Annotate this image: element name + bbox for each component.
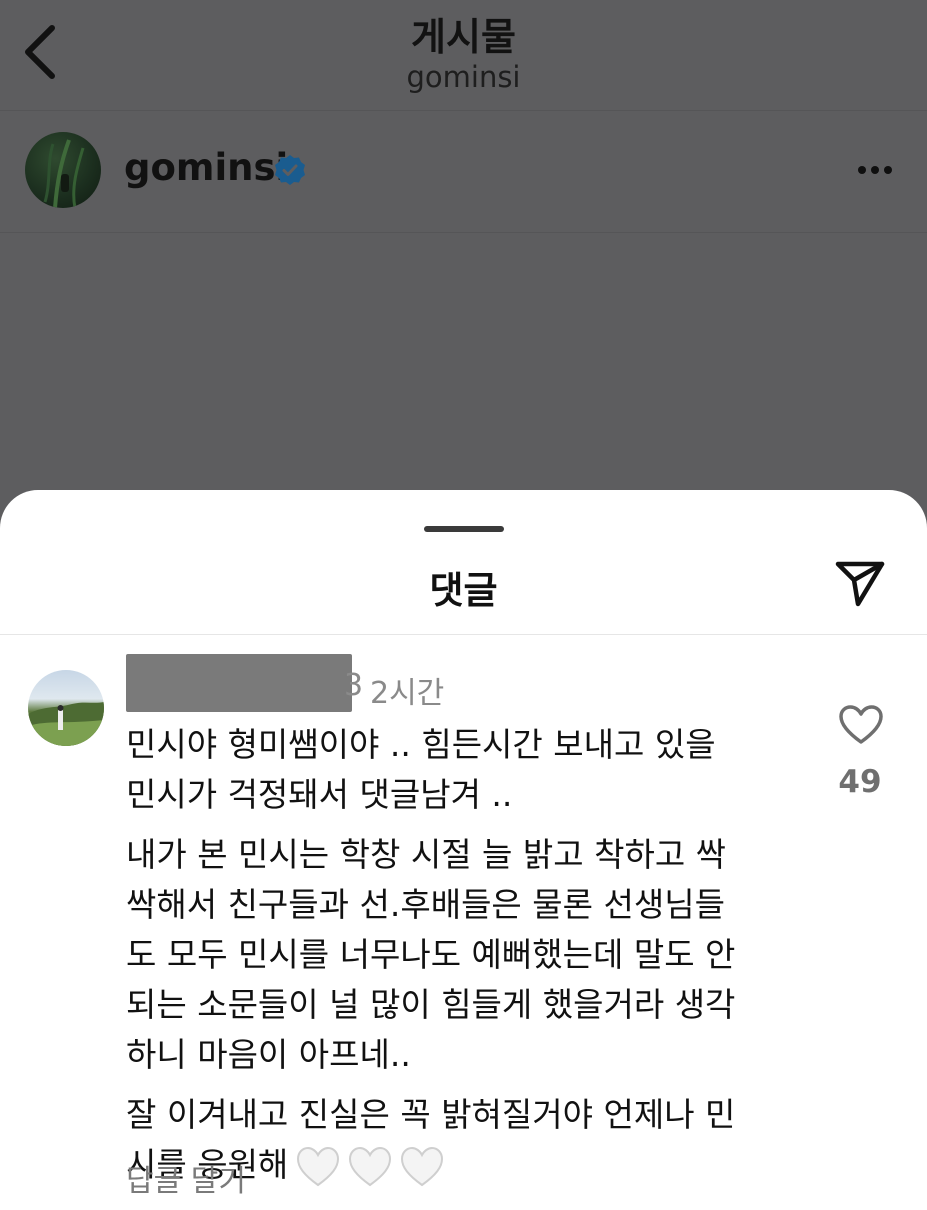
commenter-avatar[interactable] <box>28 670 104 746</box>
post-author-avatar[interactable] <box>25 132 101 208</box>
sheet-title: 댓글 <box>429 569 498 612</box>
avatar-image <box>43 139 85 208</box>
verified-badge-icon <box>275 155 305 185</box>
commenter-username-tail[interactable]: 3 <box>344 668 363 703</box>
more-dots-icon <box>858 166 866 174</box>
redacted-username <box>126 654 352 712</box>
white-heart-emoji <box>401 1146 444 1186</box>
page-title: 게시물 <box>411 15 516 59</box>
like-button[interactable] <box>838 704 884 746</box>
like-count: 49 <box>838 764 882 800</box>
comment-paragraph: 내가 본 민시는 학창 시절 늘 밝고 착하고 싹 싹해서 친구들과 선.후배들… <box>126 835 736 1074</box>
post-header: gominsi <box>0 110 927 233</box>
share-paper-plane-icon <box>835 561 885 607</box>
white-heart-emoji <box>349 1146 392 1186</box>
share-button[interactable] <box>832 556 888 608</box>
post-author-username[interactable]: gominsi <box>124 146 288 189</box>
more-options-button[interactable] <box>852 158 898 182</box>
comments-sheet: 댓글 3 2시간 민시야 형미쌤이야 .. 힘든시간 보내고 있을 민시가 걱정… <box>0 490 927 1210</box>
heart-outline-icon <box>839 705 883 744</box>
comment-text: 민시야 형미쌤이야 .. 힘든시간 보내고 있을 민시가 걱정돼서 댓글남겨 .… <box>126 720 796 1200</box>
sheet-divider <box>0 634 927 635</box>
page-subtitle: gominsi <box>406 60 521 94</box>
comment-timestamp: 2시간 <box>370 676 445 711</box>
sheet-drag-handle[interactable] <box>424 526 504 532</box>
white-heart-emoji <box>297 1146 340 1186</box>
avatar-image <box>28 702 104 746</box>
top-navigation-bar: 게시물 gominsi <box>0 0 927 111</box>
reply-button[interactable]: 답글 달기 <box>126 1156 246 1200</box>
comment-paragraph: 민시야 형미쌤이야 .. 힘든시간 보내고 있을 민시가 걱정돼서 댓글남겨 .… <box>126 725 716 814</box>
